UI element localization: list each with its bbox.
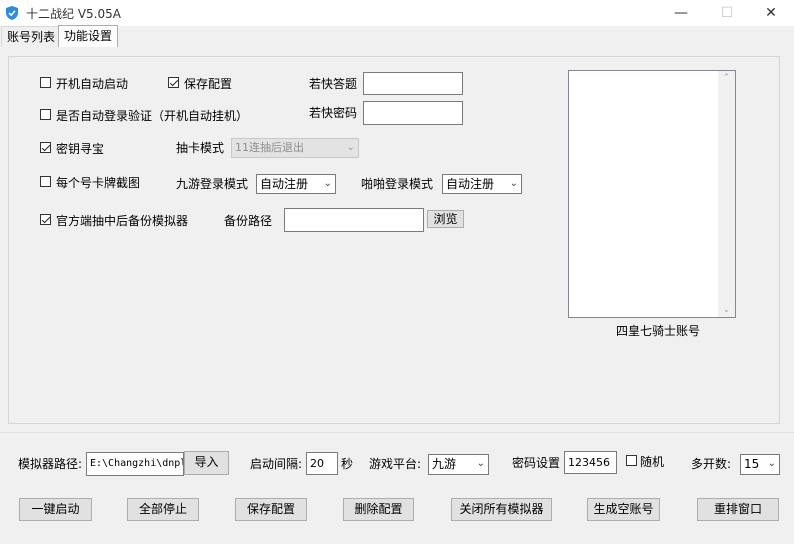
random-label: 随机 xyxy=(640,455,665,469)
password-input[interactable]: 123456 xyxy=(564,451,617,474)
scroll-up-icon[interactable]: ⌃ xyxy=(718,73,735,83)
papa-login-select[interactable]: 自动注册 ⌄ xyxy=(442,174,522,194)
chevron-down-icon: ⌄ xyxy=(323,178,332,189)
tab-bar: 账号列表 功能设置 xyxy=(0,25,794,47)
knights-account-caption: 四皇七骑士账号 xyxy=(616,324,701,338)
divider xyxy=(0,432,794,433)
chevron-down-icon: ⌄ xyxy=(509,178,518,189)
backup-path-label: 备份路径 xyxy=(224,214,273,228)
save-config-label: 保存配置 xyxy=(184,77,233,91)
close-button[interactable]: ✕ xyxy=(748,0,794,26)
maximize-button[interactable]: ☐ xyxy=(704,0,750,26)
ruokuai-password-input[interactable] xyxy=(363,101,463,125)
draw-mode-value: 11连抽后退出 xyxy=(235,141,304,154)
multi-open-label: 多开数: xyxy=(691,457,732,471)
minimize-button[interactable]: — xyxy=(658,0,704,26)
draw-mode-select[interactable]: 11连抽后退出 ⌄ xyxy=(231,138,359,158)
autostart-checkbox[interactable] xyxy=(40,77,51,88)
multi-open-select[interactable]: 15 ⌄ xyxy=(740,454,780,475)
close-all-emulators-button[interactable]: 关闭所有模拟器 xyxy=(451,498,552,521)
platform-label: 游戏平台: xyxy=(369,457,422,471)
jiuyou-login-label: 九游登录模式 xyxy=(176,177,249,191)
screenshot-label: 每个号卡牌截图 xyxy=(56,176,141,190)
title-bar[interactable]: 十二战纪 V5.05A — ☐ ✕ xyxy=(0,0,794,26)
ruokuai-password-label: 若快密码 xyxy=(309,106,358,120)
save-config-checkbox[interactable] xyxy=(168,77,179,88)
emu-path-input[interactable]: E:\Changzhi\dnpl xyxy=(86,452,184,476)
auto-login-checkbox[interactable] xyxy=(40,109,51,120)
interval-label: 启动间隔: xyxy=(250,457,303,471)
chevron-down-icon: ⌄ xyxy=(346,142,355,153)
multi-open-value: 15 xyxy=(744,457,760,471)
delete-config-button[interactable]: 删除配置 xyxy=(343,498,414,521)
chevron-down-icon: ⌄ xyxy=(767,458,776,469)
official-backup-label: 官方端抽中后备份模拟器 xyxy=(56,214,189,228)
scroll-down-icon[interactable]: ⌄ xyxy=(718,305,735,315)
start-all-button[interactable]: 一键启动 xyxy=(19,498,92,521)
random-checkbox[interactable] xyxy=(626,455,637,466)
knights-account-list[interactable]: ⌃ ⌄ xyxy=(568,70,736,318)
key-treasure-checkbox[interactable] xyxy=(40,142,51,153)
generate-empty-account-button[interactable]: 生成空账号 xyxy=(587,498,660,521)
emu-path-label: 模拟器路径: xyxy=(18,457,83,471)
platform-value: 九游 xyxy=(432,457,457,471)
shield-app-icon xyxy=(6,6,18,20)
official-backup-checkbox[interactable] xyxy=(40,214,51,225)
autostart-label: 开机自动启动 xyxy=(56,77,129,91)
window-title: 十二战纪 V5.05A xyxy=(26,7,121,21)
password-label: 密码设置 xyxy=(512,456,561,470)
backup-path-input[interactable] xyxy=(284,208,424,232)
stop-all-button[interactable]: 全部停止 xyxy=(127,498,199,521)
seconds-label: 秒 xyxy=(341,457,354,471)
platform-select[interactable]: 九游 ⌄ xyxy=(428,454,489,475)
chevron-down-icon: ⌄ xyxy=(476,458,485,469)
papa-login-value: 自动注册 xyxy=(446,177,495,191)
papa-login-label: 啪啪登录模式 xyxy=(361,177,434,191)
tab-feature-settings[interactable]: 功能设置 xyxy=(58,25,119,47)
jiuyou-login-select[interactable]: 自动注册 ⌄ xyxy=(256,174,336,194)
key-treasure-label: 密钥寻宝 xyxy=(56,142,105,156)
interval-input[interactable]: 20 xyxy=(306,452,338,475)
import-button[interactable]: 导入 xyxy=(184,451,229,475)
ruokuai-answer-label: 若快答题 xyxy=(309,77,358,91)
rearrange-windows-button[interactable]: 重排窗口 xyxy=(697,498,779,521)
save-config-button[interactable]: 保存配置 xyxy=(235,498,307,521)
list-scrollbar[interactable]: ⌃ ⌄ xyxy=(718,71,735,317)
draw-mode-label: 抽卡模式 xyxy=(176,141,225,155)
ruokuai-answer-input[interactable] xyxy=(363,72,463,95)
screenshot-checkbox[interactable] xyxy=(40,176,51,187)
browse-button[interactable]: 浏览 xyxy=(427,210,464,228)
tab-account-list[interactable]: 账号列表 xyxy=(1,26,62,46)
jiuyou-login-value: 自动注册 xyxy=(260,177,309,191)
auto-login-label: 是否自动登录验证（开机自动挂机） xyxy=(56,109,249,123)
